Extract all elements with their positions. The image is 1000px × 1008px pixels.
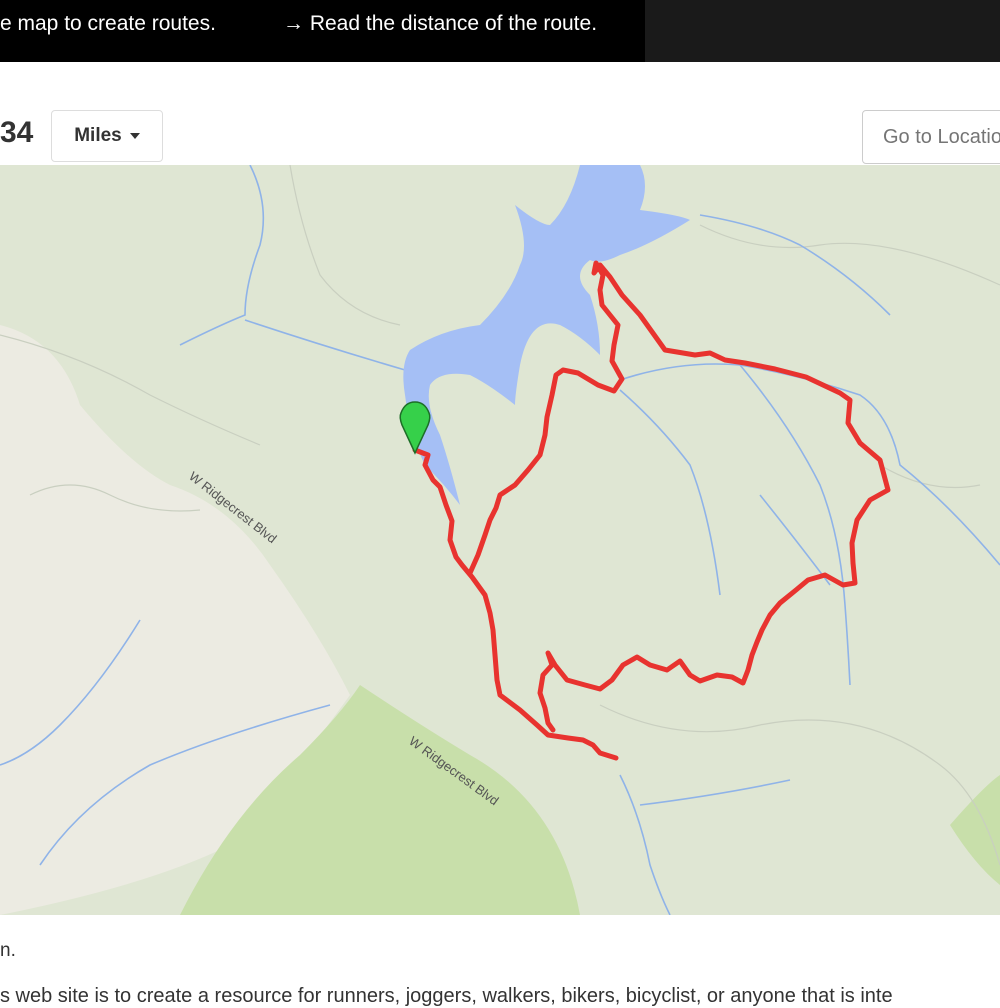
intro-paragraph: s web site is to create a resource for r… [0, 985, 893, 1007]
distance-readout: 34 [0, 116, 34, 149]
units-label: Miles [74, 125, 122, 146]
map-svg[interactable]: W Ridgecrest Blvd W Ridgecrest Blvd [0, 165, 1000, 915]
location-search-input[interactable] [862, 110, 1000, 164]
instruction-create-routes: e map to create routes. [0, 12, 216, 35]
instruction-read-distance: → Read the distance of the route. [283, 12, 598, 35]
instructions-bar: e map to create routes. → Read the dista… [0, 0, 1000, 62]
caption-text: n. [0, 940, 16, 961]
caret-down-icon [129, 133, 140, 139]
instructions-panel: e map to create routes. → Read the dista… [0, 0, 645, 62]
units-dropdown[interactable]: Miles [51, 110, 163, 162]
map-canvas[interactable]: W Ridgecrest Blvd W Ridgecrest Blvd [0, 165, 1000, 915]
